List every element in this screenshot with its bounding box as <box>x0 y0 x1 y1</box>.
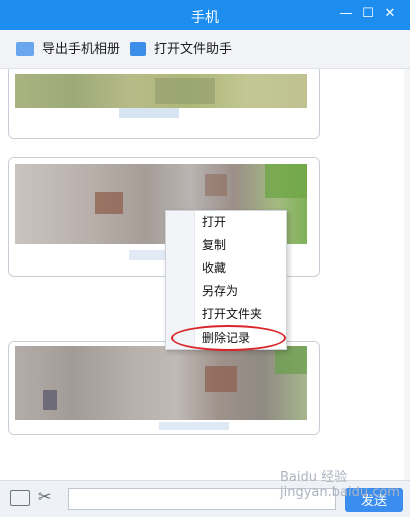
watermark: Baidu 经验 jingyan.baidu.com <box>280 470 400 500</box>
scrollbar[interactable] <box>404 69 410 480</box>
menu-item-open[interactable]: 打开 <box>202 213 226 231</box>
menu-item-save-as[interactable]: 另存为 <box>202 282 238 300</box>
image-export-icon <box>16 42 34 56</box>
scissors-icon[interactable]: ✂ <box>38 487 51 506</box>
export-album-button[interactable]: 导出手机相册 <box>42 40 120 60</box>
minimize-icon[interactable]: — <box>338 6 354 22</box>
toolbar: 导出手机相册 打开文件助手 <box>0 30 410 69</box>
menu-item-favorite[interactable]: 收藏 <box>202 259 226 277</box>
image-thumbnail[interactable] <box>15 74 307 108</box>
title-bar: 手机 — ☐ ✕ <box>0 0 410 30</box>
folder-icon[interactable] <box>10 490 30 506</box>
folder-icon <box>130 42 146 56</box>
menu-item-open-folder[interactable]: 打开文件夹 <box>202 305 262 323</box>
message-bubble[interactable] <box>8 341 320 435</box>
image-thumbnail[interactable] <box>15 346 307 420</box>
message-bubble[interactable] <box>8 69 320 139</box>
close-icon[interactable]: ✕ <box>382 6 398 22</box>
highlight-circle <box>171 325 286 351</box>
menu-item-copy[interactable]: 复制 <box>202 236 226 254</box>
maximize-icon[interactable]: ☐ <box>360 6 376 22</box>
open-file-assistant-button[interactable]: 打开文件助手 <box>154 40 232 60</box>
